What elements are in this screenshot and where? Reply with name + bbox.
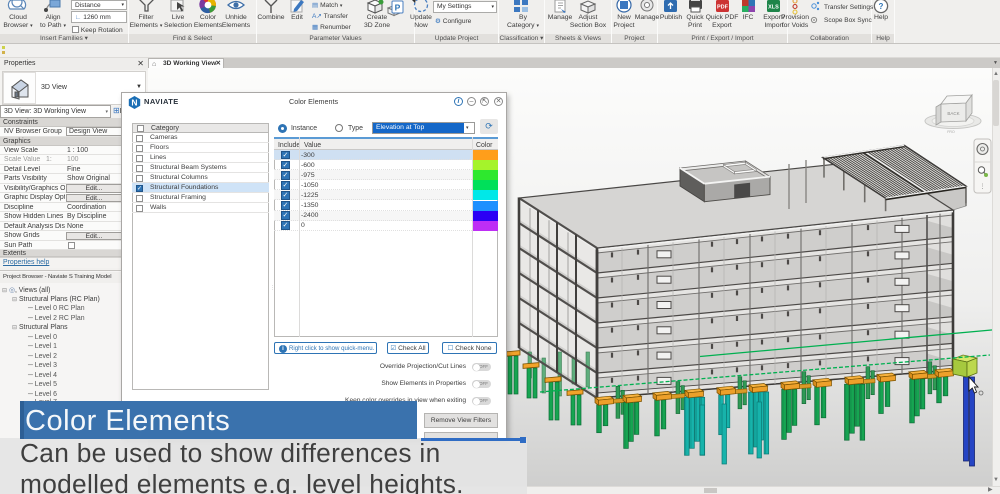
svg-text:PDF: PDF [717,5,729,11]
svg-text:FRO: FRO [947,130,955,134]
svg-text:P: P [395,3,401,13]
svg-text:N: N [131,98,137,108]
svg-text:⋮: ⋮ [980,184,986,190]
svg-text:XLS: XLS [768,5,779,11]
svg-text:BACK: BACK [947,111,959,116]
svg-text:?: ? [879,2,884,11]
